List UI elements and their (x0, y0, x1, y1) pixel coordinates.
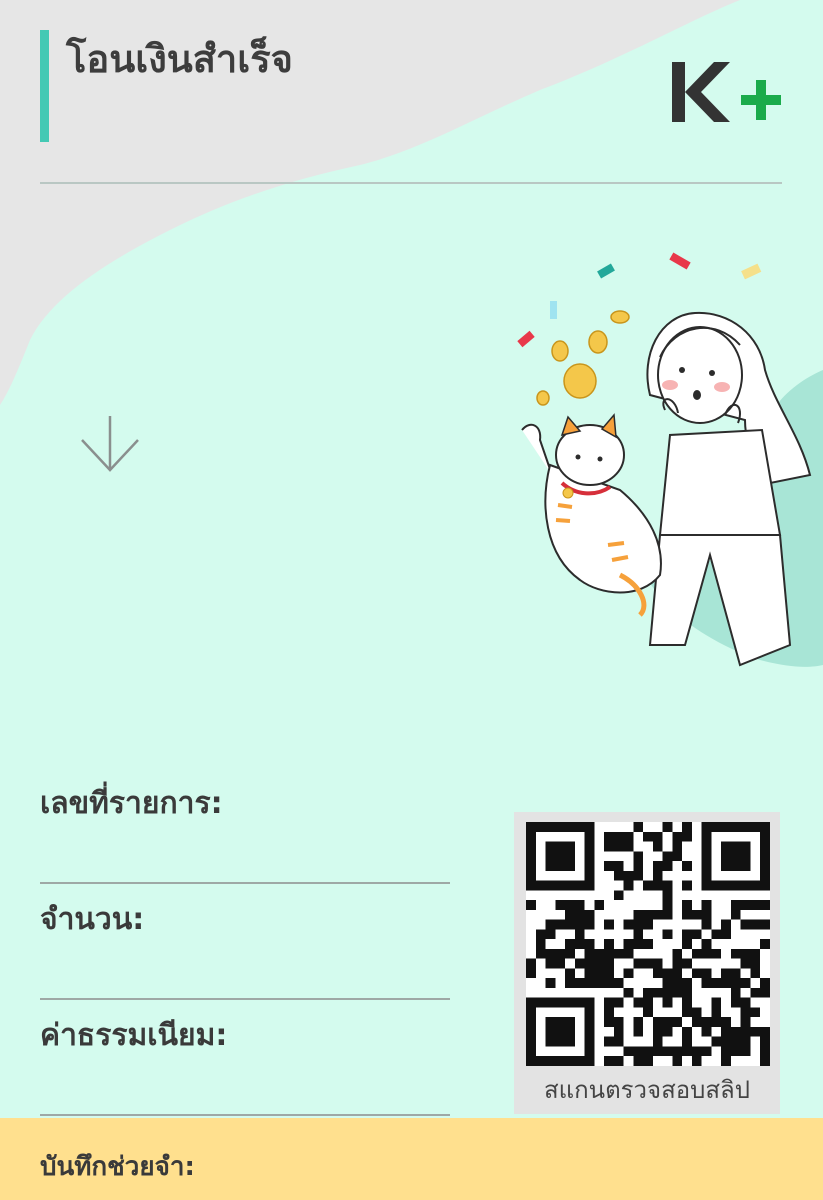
fee-field: ค่าธรรมเนียม: (40, 1012, 450, 1116)
page-title: โอนเงินสำเร็จ (66, 37, 293, 81)
qr-caption: สแกนตรวจสอบสลิป (544, 1076, 750, 1104)
reference-field: เลขที่รายการ: (40, 780, 450, 884)
memo-section: บันทึกช่วยจำ: (0, 1118, 823, 1200)
amount-field: จำนวน: (40, 896, 450, 1000)
fee-label: ค่าธรรมเนียม: (40, 1018, 228, 1053)
kplus-logo (672, 62, 781, 122)
celebration-illustration (517, 252, 812, 667)
qr-verify-box[interactable]: สแกนตรวจสอบสลิป (514, 812, 780, 1114)
arrow-down-icon (81, 416, 139, 472)
reference-divider (40, 882, 450, 884)
amount-divider (40, 998, 450, 1000)
amount-label: จำนวน: (40, 902, 145, 937)
header-divider (40, 182, 782, 184)
fee-divider (40, 1114, 450, 1116)
qr-code-icon[interactable] (526, 822, 770, 1066)
reference-label: เลขที่รายการ: (40, 786, 223, 821)
title-accent-bar (40, 30, 49, 142)
memo-label: บันทึกช่วยจำ: (40, 1152, 195, 1182)
